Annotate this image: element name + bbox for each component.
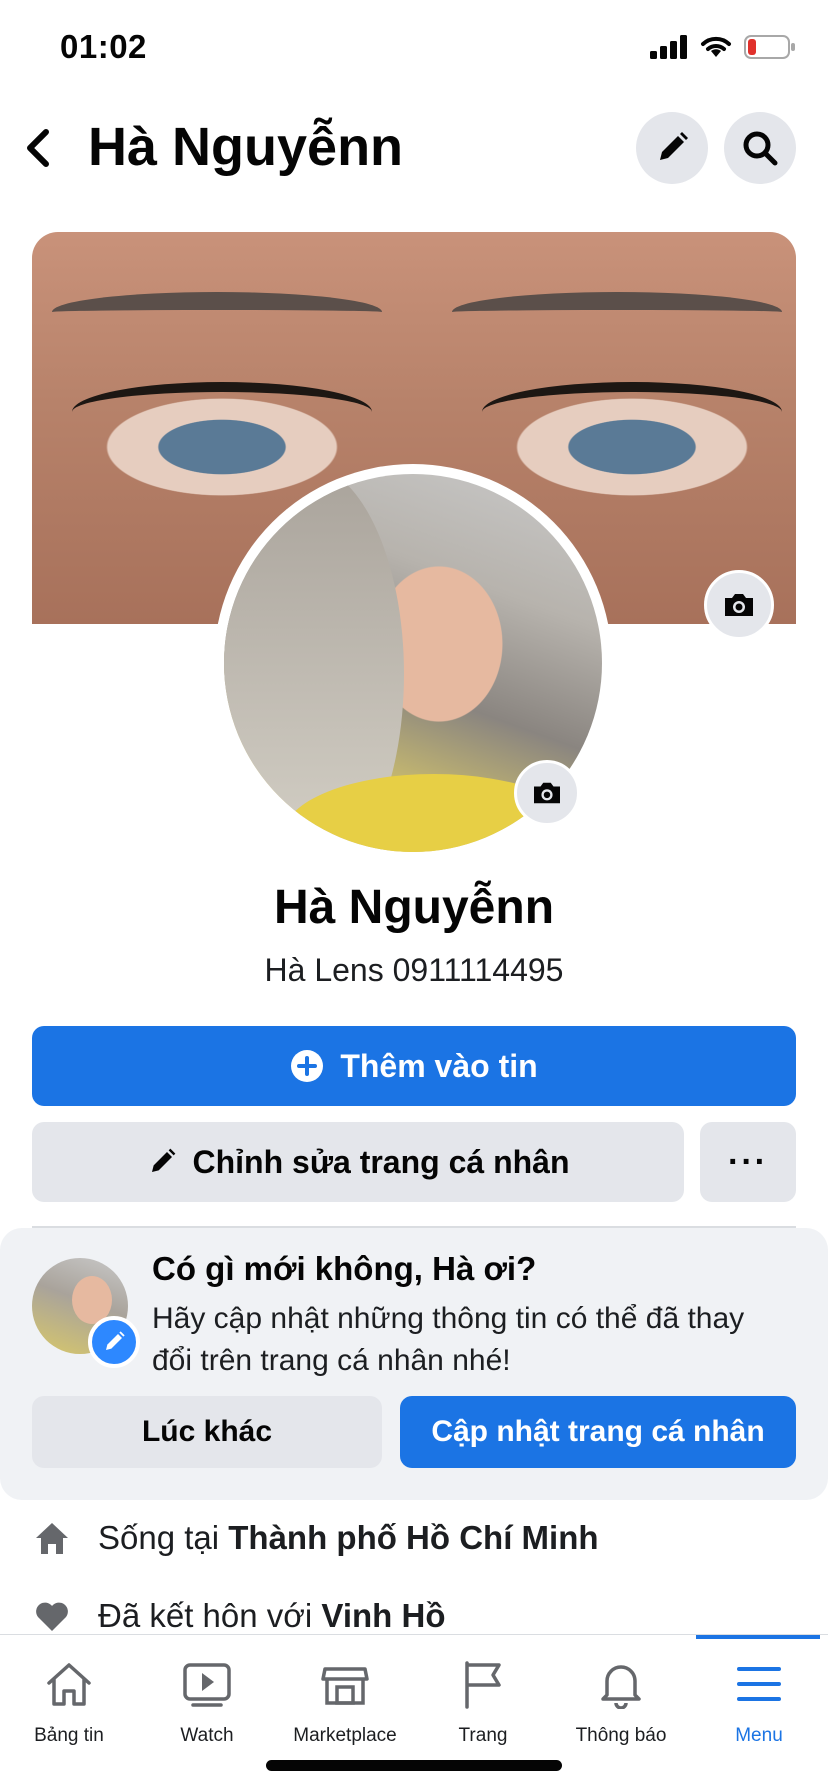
- add-to-story-button[interactable]: Thêm vào tin: [32, 1026, 796, 1106]
- prompt-text: Hãy cập nhật những thông tin có thể đã t…: [152, 1302, 745, 1377]
- battery-icon: [744, 35, 795, 59]
- nav-notifications[interactable]: Thông báo: [552, 1653, 690, 1747]
- nav-news-feed[interactable]: Bảng tin: [0, 1653, 138, 1747]
- back-button[interactable]: [24, 120, 64, 176]
- home-indicator: [266, 1760, 562, 1771]
- heart-icon: [36, 1602, 68, 1631]
- flag-icon: [465, 1661, 501, 1709]
- profile-subtitle: Hà Lens 0911114495: [264, 952, 564, 988]
- nav-marketplace[interactable]: Marketplace: [276, 1653, 414, 1747]
- nav-watch[interactable]: Watch: [138, 1653, 276, 1747]
- pencil-icon: [106, 1331, 125, 1350]
- home-icon: [47, 1663, 91, 1706]
- menu-icon: [737, 1667, 781, 1701]
- status-bar: 01:02: [0, 0, 828, 100]
- nav-menu-label: Menu: [735, 1725, 783, 1746]
- status-time: 01:02: [60, 28, 147, 65]
- search-icon: [743, 131, 778, 166]
- marketplace-icon: [321, 1667, 369, 1705]
- chevron-left-icon: [27, 129, 49, 167]
- nav-notifications-label: Thông báo: [575, 1725, 667, 1746]
- edit-badge: [88, 1316, 140, 1368]
- avatar-camera-button[interactable]: [514, 760, 580, 826]
- camera-icon: [725, 594, 753, 616]
- info-lives-in[interactable]: Sống tại Thành phố Hồ Chí Minh: [32, 1518, 812, 1558]
- info-relationship[interactable]: Đã kết hôn với Vinh Hồ: [32, 1596, 812, 1636]
- nav-marketplace-label: Marketplace: [293, 1725, 397, 1746]
- nav-pages-label: Trang: [458, 1725, 508, 1746]
- later-button[interactable]: Lúc khác: [32, 1396, 382, 1468]
- camera-icon: [534, 782, 560, 804]
- nav-news-feed-label: Bảng tin: [34, 1725, 104, 1746]
- status-icons: [650, 34, 796, 60]
- pencil-icon: [151, 1148, 175, 1172]
- pencil-icon: [660, 132, 688, 160]
- signal-icon: [650, 35, 687, 59]
- edit-profile-label: Chỉnh sửa trang cá nhân: [192, 1143, 570, 1180]
- profile-name: Hà Nguyễnn: [273, 881, 555, 934]
- cover-camera-button[interactable]: [704, 570, 774, 640]
- watch-icon: [183, 1663, 231, 1707]
- update-profile-button[interactable]: Cập nhật trang cá nhân: [400, 1396, 796, 1468]
- info-relationship-text: Đã kết hôn với Vinh Hồ: [98, 1597, 446, 1634]
- more-options-button[interactable]: ···: [700, 1122, 796, 1202]
- profile-header: Hà Nguyễnn: [0, 100, 828, 200]
- search-button[interactable]: [724, 112, 796, 184]
- bell-icon: [601, 1665, 641, 1709]
- nav-menu[interactable]: Menu: [690, 1653, 828, 1747]
- wifi-icon: [701, 36, 731, 57]
- info-lives-in-text: Sống tại Thành phố Hồ Chí Minh: [98, 1519, 599, 1556]
- edit-profile-button[interactable]: Chỉnh sửa trang cá nhân: [32, 1122, 684, 1202]
- active-tab-indicator: [696, 1635, 820, 1639]
- update-profile-prompt: Có gì mới không, Hà ơi? Hãy cập nhật nhữ…: [0, 1228, 828, 1500]
- add-to-story-label: Thêm vào tin: [340, 1047, 538, 1084]
- nav-pages[interactable]: Trang: [414, 1653, 552, 1747]
- home-icon: [36, 1523, 68, 1554]
- page-title: Hà Nguyễnn: [88, 117, 404, 177]
- prompt-title: Có gì mới không, Hà ơi?: [152, 1250, 537, 1287]
- edit-button[interactable]: [636, 112, 708, 184]
- plus-circle-icon: [291, 1050, 324, 1082]
- nav-watch-label: Watch: [180, 1725, 234, 1746]
